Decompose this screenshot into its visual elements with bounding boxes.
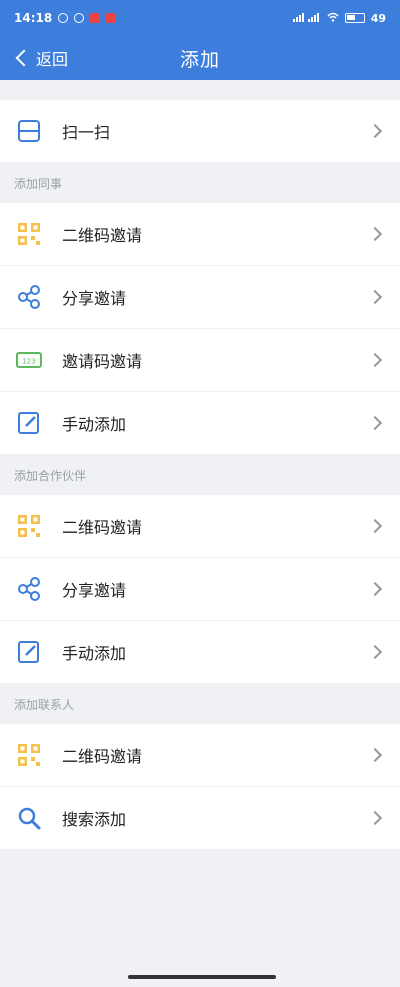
list-item[interactable]: 二维码邀请 [0, 203, 400, 266]
list-item[interactable]: 二维码邀请 [0, 724, 400, 787]
svg-text:123: 123 [22, 358, 35, 366]
list-item-label: 二维码邀请 [62, 747, 143, 766]
status-right: 49 [292, 11, 386, 25]
list-item[interactable]: 分享邀请 [0, 558, 400, 621]
app-badge-icon [90, 13, 101, 23]
list-item[interactable]: 二维码邀请 [0, 495, 400, 558]
qrcode-icon [14, 740, 44, 770]
wifi-icon [327, 12, 339, 25]
list-item-label: 分享邀请 [62, 581, 127, 600]
shield-icon [74, 13, 85, 23]
scan-item[interactable]: 扫一扫 [0, 100, 400, 163]
share-icon [14, 282, 44, 312]
invite-code-icon: 123 [14, 345, 44, 375]
sections: 添加同事 二维码邀请 分享邀请 123 邀请码邀请 手动添加 添加合作伙伴 二维码邀请 分享邀请… [0, 163, 400, 850]
share-icon [14, 574, 44, 604]
battery-level: 49 [370, 11, 386, 25]
list-item-label: 二维码邀请 [62, 226, 143, 245]
status-bar: 14:18 49 [0, 0, 400, 36]
scan-label: 扫一扫 [62, 123, 111, 142]
scan-icon [14, 116, 44, 146]
section-header: 添加联系人 [0, 684, 400, 724]
page-title: 添加 [179, 48, 220, 71]
edit-icon [14, 637, 44, 667]
status-time: 14:18 [14, 11, 53, 25]
section-header: 添加合作伙伴 [0, 455, 400, 495]
navigation-bar: 返回 添加 [0, 36, 400, 80]
section-header: 添加同事 [0, 163, 400, 203]
notification-icon [58, 13, 69, 23]
list-item-label: 手动添加 [62, 644, 127, 663]
list-item[interactable]: 搜索添加 [0, 787, 400, 850]
edit-icon [14, 408, 44, 438]
home-indicator [128, 975, 276, 979]
list-item-label: 二维码邀请 [62, 518, 143, 537]
list-item-label: 分享邀请 [62, 289, 127, 308]
list-item-label: 搜索添加 [62, 810, 127, 829]
list-item[interactable]: 123 邀请码邀请 [0, 329, 400, 392]
list-item[interactable]: 手动添加 [0, 621, 400, 684]
list-item[interactable]: 手动添加 [0, 392, 400, 455]
content: 扫一扫 添加同事 二维码邀请 分享邀请 123 邀请码邀请 手动添加 添加合作伙伴 二维码邀请… [0, 80, 400, 850]
list-item-label: 邀请码邀请 [62, 352, 143, 371]
qrcode-icon [14, 219, 44, 249]
qrcode-icon [14, 511, 44, 541]
search-icon [14, 803, 44, 833]
list-item[interactable]: 分享邀请 [0, 266, 400, 329]
signal-icon [292, 12, 321, 25]
top-spacer [0, 80, 400, 100]
battery-icon [344, 13, 365, 23]
status-left: 14:18 [14, 11, 117, 25]
app-badge-icon [106, 13, 117, 23]
app-header: 14:18 49 返回 添加 [0, 0, 400, 80]
list-item-label: 手动添加 [62, 415, 127, 434]
